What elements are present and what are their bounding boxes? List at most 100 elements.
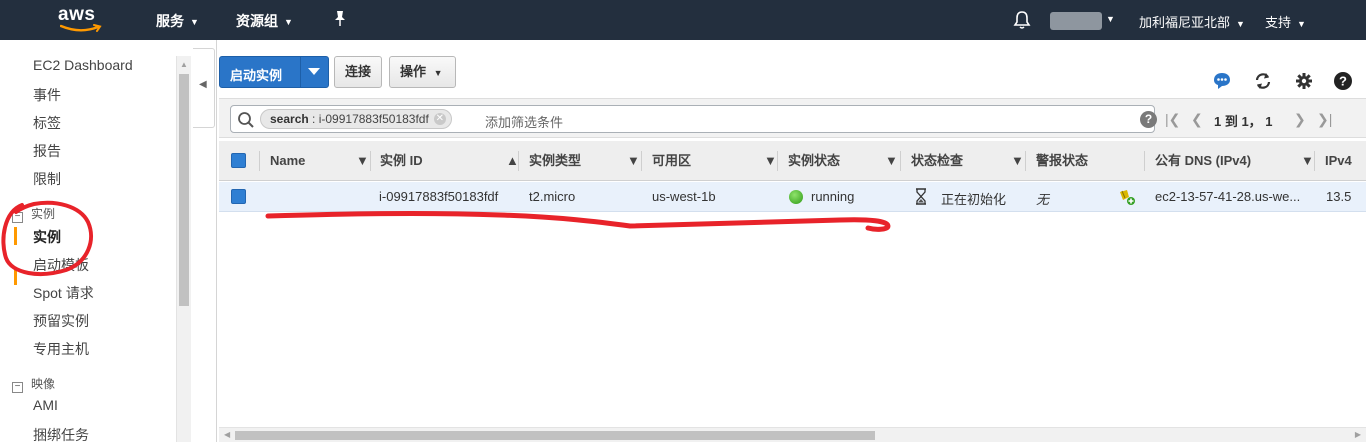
col-ipv4-label: IPv4 <box>1325 153 1352 168</box>
last-page-icon[interactable]: ❯| <box>1317 111 1332 128</box>
next-page-icon[interactable]: ❯ <box>1294 111 1306 128</box>
create-alarm-icon[interactable] <box>1118 188 1136 206</box>
sort-icon[interactable]: ▼ <box>885 141 898 181</box>
col-instance-state-label: 实例状态 <box>788 153 841 168</box>
launch-instance-button[interactable]: 启动实例 <box>219 56 329 88</box>
connect-button[interactable]: 连接 <box>334 56 383 88</box>
collapse-icon: − <box>12 212 23 223</box>
chevron-down-icon: ▼ <box>1236 18 1245 29</box>
col-status-checks[interactable]: 状态检查 <box>911 141 963 181</box>
support-menu[interactable]: 支持 ▼ <box>1265 12 1306 31</box>
filter-token-key: search <box>270 112 309 126</box>
cell-alarm-status: 无 <box>1036 192 1050 207</box>
sort-icon[interactable]: ▼ <box>356 141 369 181</box>
sort-icon[interactable]: ▼ <box>1011 141 1024 181</box>
sort-icon[interactable]: ▼ <box>764 141 777 181</box>
chevron-down-icon: ▼ <box>433 68 443 78</box>
sidebar-item-ami[interactable]: AMI <box>33 397 58 413</box>
col-public-dns-label: 公有 DNS (IPv4) <box>1155 153 1252 168</box>
row-checkbox[interactable] <box>231 189 246 204</box>
help-icon[interactable]: ? <box>1333 71 1353 91</box>
search-input[interactable]: search : i-09917883f50183fdf ✕ 添加筛选条件 ? <box>230 105 1157 133</box>
sidebar-item-reports[interactable]: 报告 <box>33 141 61 161</box>
settings-icon[interactable] <box>1294 71 1314 91</box>
active-indicator-bar <box>14 227 17 245</box>
col-instance-id[interactable]: 实例 ID <box>380 141 423 181</box>
column-divider <box>1025 151 1026 171</box>
col-instance-type[interactable]: 实例类型 <box>529 141 581 181</box>
col-instance-type-label: 实例类型 <box>529 153 582 168</box>
sidebar: EC2 Dashboard 事件 标签 报告 限制 − 实例 实例 启动模板 Sp… <box>0 40 192 445</box>
caret-down-icon[interactable] <box>308 68 320 75</box>
section-label: 实例 <box>31 207 56 221</box>
annotation-underline <box>265 210 891 232</box>
services-menu[interactable]: 服务 ▼ <box>156 11 199 31</box>
scroll-up-icon[interactable]: ▲ <box>180 60 188 69</box>
region-menu[interactable]: 加利福尼亚北部 ▼ <box>1139 12 1245 31</box>
scroll-right-icon[interactable]: ▶ <box>1355 430 1361 439</box>
pin-icon[interactable] <box>332 10 348 28</box>
table-row[interactable]: i-09917883f50183fdf t2.micro us-west-1b … <box>219 182 1366 212</box>
sidebar-item-instances[interactable]: 实例 <box>33 227 61 247</box>
remove-filter-icon[interactable]: ✕ <box>433 113 446 125</box>
divider <box>300 57 301 87</box>
bell-icon[interactable] <box>1013 10 1031 30</box>
sidebar-item-launch-templates[interactable]: 启动模板 <box>33 255 89 275</box>
scrollbar-thumb[interactable] <box>179 74 189 306</box>
aws-logo-text: aws <box>58 4 96 25</box>
cell-ipv4: 13.5 <box>1326 189 1352 204</box>
actions-button[interactable]: 操作 ▼ <box>389 56 456 88</box>
svg-text:?: ? <box>1339 74 1347 89</box>
filter-token-value: i-09917883f50183fdf <box>318 112 429 126</box>
sidebar-item-ec2-dashboard[interactable]: EC2 Dashboard <box>33 57 133 73</box>
region-label: 加利福尼亚北部 <box>1139 15 1231 30</box>
sidebar-item-bundle-tasks[interactable]: 捆绑任务 <box>33 425 89 445</box>
sidebar-item-events[interactable]: 事件 <box>33 85 61 105</box>
sidebar-scrollbar[interactable]: ▲ <box>176 56 191 442</box>
prev-page-icon[interactable]: ❮ <box>1191 111 1203 128</box>
resource-groups-menu[interactable]: 资源组 ▼ <box>236 11 293 31</box>
scroll-left-icon[interactable]: ◀ <box>224 430 230 439</box>
first-page-icon[interactable]: |❮ <box>1165 111 1180 128</box>
column-divider <box>1314 151 1315 171</box>
aws-logo[interactable]: aws <box>58 4 104 34</box>
select-all-checkbox[interactable] <box>231 153 246 168</box>
sidebar-item-spot-requests[interactable]: Spot 请求 <box>33 283 94 303</box>
col-public-dns[interactable]: 公有 DNS (IPv4) <box>1155 141 1251 181</box>
collapse-sidebar-button[interactable]: ◀ <box>193 48 215 128</box>
launch-instance-label: 启动实例 <box>230 68 283 83</box>
cell-instance-state: running <box>811 189 855 204</box>
chat-icon[interactable] <box>1212 71 1232 91</box>
sidebar-section-images[interactable]: − 映像 <box>12 375 55 393</box>
sidebar-section-instances[interactable]: − 实例 <box>12 205 55 223</box>
sidebar-item-tags[interactable]: 标签 <box>33 113 61 133</box>
support-label: 支持 <box>1265 15 1292 30</box>
running-status-icon <box>789 190 803 204</box>
sort-icon[interactable]: ▼ <box>1301 141 1314 181</box>
cell-public-dns: ec2-13-57-41-28.us-we... <box>1155 189 1301 204</box>
col-instance-state[interactable]: 实例状态 <box>788 141 840 181</box>
services-label: 服务 <box>156 13 184 29</box>
sidebar-item-limits[interactable]: 限制 <box>33 169 61 189</box>
scrollbar-thumb[interactable] <box>235 431 875 440</box>
col-name[interactable]: Name <box>270 141 305 181</box>
search-icon <box>238 112 254 128</box>
chevron-down-icon: ▼ <box>190 17 199 28</box>
aws-smile-icon <box>60 24 102 32</box>
col-status-checks-label: 状态检查 <box>911 153 964 168</box>
refresh-icon[interactable] <box>1253 71 1273 91</box>
sidebar-item-reserved-instances[interactable]: 预留实例 <box>33 311 89 331</box>
col-alarm-status[interactable]: 警报状态 <box>1036 141 1088 181</box>
sort-icon[interactable]: ▼ <box>627 141 640 181</box>
filter-token[interactable]: search : i-09917883f50183fdf ✕ <box>260 109 452 129</box>
column-divider <box>1144 151 1145 171</box>
sort-asc-icon[interactable]: ▲ <box>506 141 519 181</box>
help-icon[interactable]: ? <box>1140 111 1157 128</box>
table-horizontal-scrollbar[interactable]: ◀ ▶ <box>219 427 1366 442</box>
col-ipv4[interactable]: IPv4 <box>1325 141 1352 181</box>
col-availability-zone[interactable]: 可用区 <box>652 141 691 181</box>
sidebar-item-dedicated-hosts[interactable]: 专用主机 <box>33 339 89 359</box>
account-menu[interactable] <box>1050 12 1102 30</box>
col-alarm-status-label: 警报状态 <box>1036 153 1089 168</box>
active-indicator <box>14 267 17 285</box>
